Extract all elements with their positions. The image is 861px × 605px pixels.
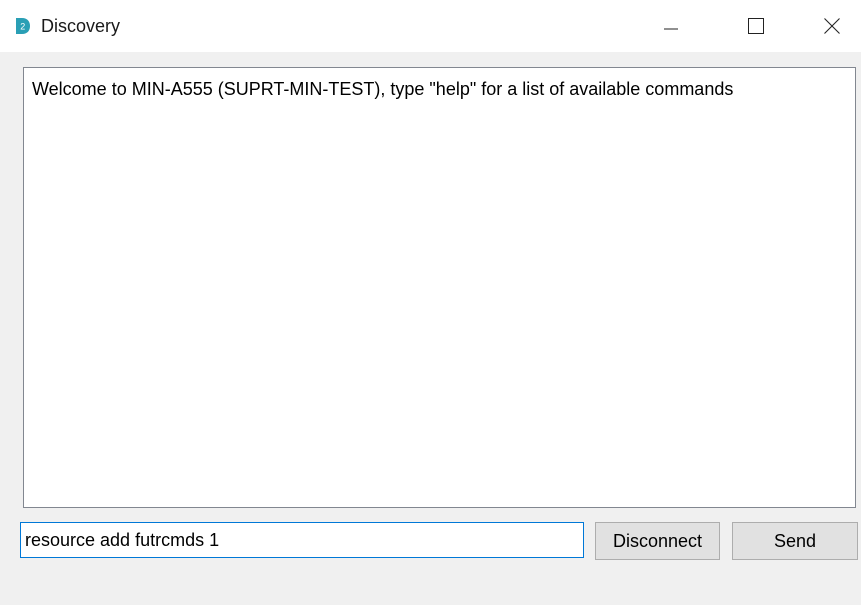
minimize-icon	[664, 28, 678, 30]
maximize-icon	[748, 18, 764, 34]
disconnect-button-label: Disconnect	[612, 530, 703, 551]
discovery-app-icon: 2	[16, 18, 30, 34]
close-button[interactable]	[803, 0, 861, 52]
console-output[interactable]: Welcome to MIN-A555 (SUPRT-MIN-TEST), ty…	[23, 67, 856, 508]
command-input[interactable]	[20, 522, 584, 558]
send-button-label: Send	[773, 530, 817, 551]
discovery-window: 2 Discovery Welcome to MIN-A555 (SUPRT-M…	[0, 0, 861, 605]
maximize-button[interactable]	[727, 0, 785, 52]
disconnect-button[interactable]: Disconnect	[595, 522, 720, 560]
close-icon	[824, 18, 840, 34]
welcome-message: Welcome to MIN-A555 (SUPRT-MIN-TEST), ty…	[32, 79, 734, 99]
svg-text:2: 2	[20, 22, 25, 32]
window-title: Discovery	[41, 16, 121, 36]
minimize-button[interactable]	[642, 0, 700, 52]
send-button[interactable]: Send	[732, 522, 858, 560]
title-bar[interactable]: 2 Discovery	[0, 0, 861, 52]
